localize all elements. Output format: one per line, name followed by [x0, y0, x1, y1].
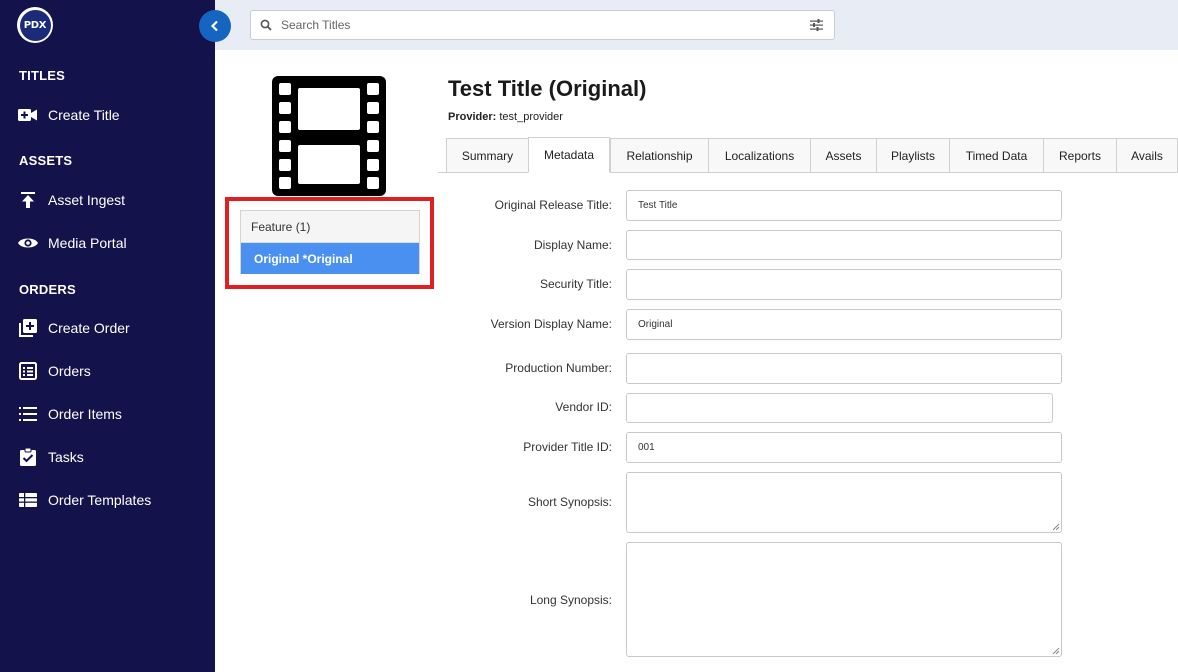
- pdx-logo[interactable]: PDX: [17, 7, 53, 43]
- sidebar-item-label: Media Portal: [48, 235, 127, 251]
- section-title-orders: ORDERS: [19, 282, 76, 297]
- section-title-assets: ASSETS: [19, 153, 73, 168]
- version-display-name-field[interactable]: Original: [626, 309, 1062, 340]
- version-panel: Feature (1) Original *Original: [240, 210, 420, 274]
- production-number-label: Production Number:: [505, 361, 612, 375]
- tab-metadata[interactable]: Metadata: [528, 137, 610, 173]
- section-title-titles: TITLES: [19, 68, 65, 83]
- sidebar-item-order-items[interactable]: Order Items: [18, 402, 122, 426]
- version-item-selected[interactable]: Original *Original: [241, 243, 419, 274]
- provider-value: test_provider: [499, 111, 563, 123]
- tab-avails[interactable]: Avails: [1116, 138, 1178, 173]
- filter-settings-icon[interactable]: [798, 19, 834, 31]
- sidebar-item-order-templates[interactable]: Order Templates: [18, 488, 151, 512]
- collapse-sidebar-button[interactable]: [199, 10, 231, 42]
- search-icon: [251, 19, 281, 31]
- search-bar: [250, 10, 835, 40]
- sidebar: PDX TITLES Create Title ASSETS Asset Ing…: [0, 0, 215, 672]
- table-icon: [18, 490, 38, 510]
- tab-playlists[interactable]: Playlists: [876, 138, 950, 173]
- vendor-id-field[interactable]: [626, 393, 1053, 423]
- sidebar-item-tasks[interactable]: Tasks: [18, 445, 84, 469]
- original-release-title-label: Original Release Title:: [494, 198, 612, 212]
- list-icon: [18, 404, 38, 424]
- list-box-icon: [18, 361, 38, 381]
- sidebar-item-label: Order Templates: [48, 492, 152, 508]
- tab-localizations[interactable]: Localizations: [708, 138, 811, 173]
- production-number-field[interactable]: [626, 353, 1062, 384]
- film-reel-icon: [272, 76, 386, 196]
- long-synopsis-label: Long Synopsis:: [529, 593, 612, 607]
- display-name-label: Display Name:: [533, 238, 612, 252]
- resize-grip-icon[interactable]: [1051, 522, 1060, 531]
- provider-line: Provider: test_provider: [448, 111, 563, 123]
- display-name-field[interactable]: [626, 230, 1062, 260]
- sidebar-item-label: Create Order: [48, 320, 130, 336]
- tab-relationship[interactable]: Relationship: [610, 138, 709, 173]
- resize-grip-icon[interactable]: [1051, 646, 1060, 655]
- search-input[interactable]: [281, 18, 798, 32]
- sidebar-item-media-portal[interactable]: Media Portal: [18, 231, 127, 255]
- long-synopsis-textarea[interactable]: [626, 542, 1062, 657]
- sidebar-item-create-order[interactable]: Create Order: [18, 316, 130, 340]
- add-box-icon: [18, 318, 38, 338]
- sidebar-item-create-title[interactable]: Create Title: [18, 103, 120, 127]
- provider-label: Provider:: [448, 111, 497, 123]
- logo-text: PDX: [19, 9, 51, 41]
- sidebar-item-orders[interactable]: Orders: [18, 359, 91, 383]
- version-display-name-label: Version Display Name:: [490, 317, 612, 331]
- video-plus-icon: [18, 105, 38, 125]
- security-title-label: Security Title:: [539, 277, 612, 291]
- tab-timed-data[interactable]: Timed Data: [949, 138, 1044, 173]
- sidebar-item-asset-ingest[interactable]: Asset Ingest: [18, 188, 125, 212]
- page-title: Test Title (Original): [448, 76, 647, 101]
- sidebar-item-label: Order Items: [48, 406, 122, 422]
- provider-title-id-field[interactable]: 001: [626, 432, 1062, 463]
- short-synopsis-label: Short Synopsis:: [527, 495, 612, 509]
- tab-assets[interactable]: Assets: [810, 138, 877, 173]
- tab-bar: Summary Metadata Relationship Localizati…: [438, 137, 1178, 173]
- tab-summary[interactable]: Summary: [446, 138, 529, 173]
- sidebar-item-label: Tasks: [48, 449, 84, 465]
- upload-icon: [18, 190, 38, 210]
- provider-title-id-label: Provider Title ID:: [523, 440, 612, 454]
- original-release-title-field[interactable]: Test Title: [626, 190, 1062, 221]
- vendor-id-label: Vendor ID:: [555, 400, 612, 414]
- version-group-header[interactable]: Feature (1): [241, 211, 419, 243]
- sidebar-item-label: Asset Ingest: [48, 192, 126, 208]
- top-bar: [215, 0, 1178, 50]
- clipboard-check-icon: [18, 447, 38, 467]
- eye-icon: [18, 233, 38, 253]
- sidebar-item-label: Orders: [48, 363, 91, 379]
- chevron-left-icon: [210, 20, 218, 32]
- security-title-field[interactable]: [626, 269, 1062, 300]
- short-synopsis-textarea[interactable]: [626, 472, 1062, 533]
- tab-reports[interactable]: Reports: [1043, 138, 1117, 173]
- sidebar-item-label: Create Title: [48, 107, 120, 123]
